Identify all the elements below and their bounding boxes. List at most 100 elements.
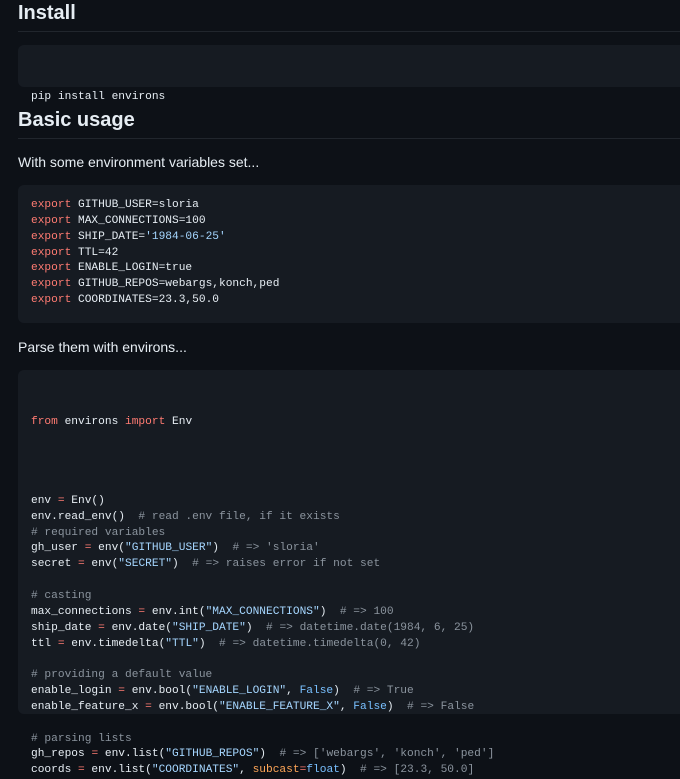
code-line: ship_date = env.date("SHIP_DATE") # => d… <box>31 621 680 637</box>
env-vars-intro: With some environment variables set... <box>18 154 260 170</box>
code-line-import: from environs import Env <box>31 415 680 431</box>
code-text: ) <box>172 558 193 571</box>
operator: = <box>98 621 105 634</box>
operator: = <box>145 700 152 713</box>
comment: # => 100 <box>339 605 394 618</box>
comment: # casting <box>31 589 92 602</box>
code-text: enable_feature_x <box>31 700 146 713</box>
comment: # => False <box>407 700 475 713</box>
export-line: export GITHUB_REPOS=webargs,konch,ped <box>31 277 680 293</box>
code-text: coords <box>31 764 78 777</box>
variable-name: MAX_CONNECTIONS= <box>78 214 186 227</box>
install-code-block[interactable]: pip install environs <box>18 45 680 103</box>
install-heading-divider <box>18 31 680 32</box>
keyword-from: from <box>31 415 58 428</box>
code-text: ) <box>386 700 408 713</box>
code-line: env.read_env() # read .env file, if it e… <box>31 510 680 526</box>
string-literal: "SHIP_DATE" <box>172 621 246 634</box>
code-text: , <box>339 700 354 713</box>
variable-value: true <box>165 262 193 275</box>
keyword-import: import <box>125 415 166 428</box>
export-line: export TTL=42 <box>31 246 680 262</box>
code-text: env.list( <box>84 764 152 777</box>
variable-name: GITHUB_REPOS= <box>78 278 166 291</box>
comment: # => [23.3, 50.0] <box>360 764 475 777</box>
variable-value: 42 <box>104 246 119 259</box>
variable-value: '1984-06-25' <box>145 230 226 243</box>
comment: # => True <box>353 685 414 698</box>
comment: # => raises error if not set <box>192 558 381 571</box>
operator: = <box>118 685 125 698</box>
python-code-block[interactable]: from environs import Env env = Env() env.… <box>18 370 680 776</box>
comment: # read .env file, if it exists <box>138 510 340 523</box>
code-text: ) <box>319 605 340 618</box>
string-literal: "COORDINATES" <box>151 764 240 777</box>
comment: # => datetime.timedelta(0, 42) <box>219 637 421 650</box>
code-text: env <box>31 494 58 507</box>
code-text: ) <box>245 621 267 634</box>
code-text: gh_user <box>31 542 85 555</box>
variable-name: GITHUB_USER= <box>78 199 159 211</box>
variable-name: COORDINATES= <box>78 294 159 307</box>
code-line: # casting <box>31 589 680 605</box>
code-line: # required variables <box>31 526 680 542</box>
export-line: export GITHUB_USER=sloria <box>31 198 680 214</box>
code-text: secret <box>31 558 78 571</box>
code-text: env.int( <box>145 605 206 618</box>
code-text: env( <box>84 558 119 571</box>
code-text: env.timedelta( <box>64 637 166 650</box>
code-line: # parsing lists <box>31 732 680 748</box>
operator: = <box>78 558 85 571</box>
operator: = <box>299 764 307 777</box>
keyword-export: export <box>31 199 78 211</box>
variable-value: webargs,konch,ped <box>165 278 280 291</box>
variable-name: TTL= <box>78 246 105 259</box>
variable-value: 100 <box>185 214 206 227</box>
variable-name: SHIP_DATE= <box>78 230 146 243</box>
code-line: enable_feature_x = env.bool("ENABLE_FEAT… <box>31 700 680 716</box>
string-literal: "GITHUB_USER" <box>125 542 213 555</box>
code-text: ) <box>333 685 354 698</box>
string-literal: "TTL" <box>165 637 199 650</box>
string-literal: "MAX_CONNECTIONS" <box>205 605 320 618</box>
operator: = <box>57 494 65 507</box>
code-line: secret = env("SECRET") # => raises error… <box>31 557 680 573</box>
comment: # => 'sloria' <box>232 542 320 555</box>
parse-intro: Parse them with environs... <box>18 339 187 355</box>
keyword-export: export <box>31 278 78 291</box>
keyword-export: export <box>31 294 78 307</box>
code-line: # providing a default value <box>31 668 680 684</box>
code-text: , <box>286 685 300 698</box>
code-text: ) <box>259 748 280 761</box>
code-line: gh_repos = env.list("GITHUB_REPOS") # =>… <box>31 747 680 763</box>
code-text: env.list( <box>98 748 166 761</box>
variable-name: ENABLE_LOGIN= <box>78 262 166 275</box>
code-text: enable_login <box>31 685 119 698</box>
code-line: coords = env.list("COORDINATES", subcast… <box>31 763 680 779</box>
code-text: gh_repos <box>31 748 92 761</box>
code-text: env.read_env() <box>31 510 139 523</box>
code-line: max_connections = env.int("MAX_CONNECTIO… <box>31 605 680 621</box>
comment: # required variables <box>31 526 166 539</box>
variable-value: 23.3,50.0 <box>158 294 220 307</box>
shell-exports-code-block[interactable]: export GITHUB_USER=sloria export MAX_CONN… <box>18 185 680 323</box>
imported-name: Env <box>165 415 193 428</box>
code-text: ) <box>198 637 220 650</box>
string-literal: "ENABLE_FEATURE_X" <box>219 700 340 713</box>
keyword-export: export <box>31 262 78 275</box>
comment: # providing a default value <box>31 669 213 682</box>
code-text: env.date( <box>104 621 172 634</box>
basic-usage-heading-divider <box>18 138 680 139</box>
code-line: env = Env() <box>31 494 680 510</box>
code-text: env.bool( <box>151 700 219 713</box>
export-line: export COORDINATES=23.3,50.0 <box>31 293 680 309</box>
code-text: env.bool( <box>125 685 193 698</box>
constant: False <box>353 700 387 713</box>
string-literal: "SECRET" <box>118 558 173 571</box>
install-heading: Install <box>18 2 76 24</box>
string-literal: "ENABLE_LOGIN" <box>192 685 287 698</box>
code-text: ttl <box>31 637 58 650</box>
code-text: max_connections <box>31 605 139 618</box>
